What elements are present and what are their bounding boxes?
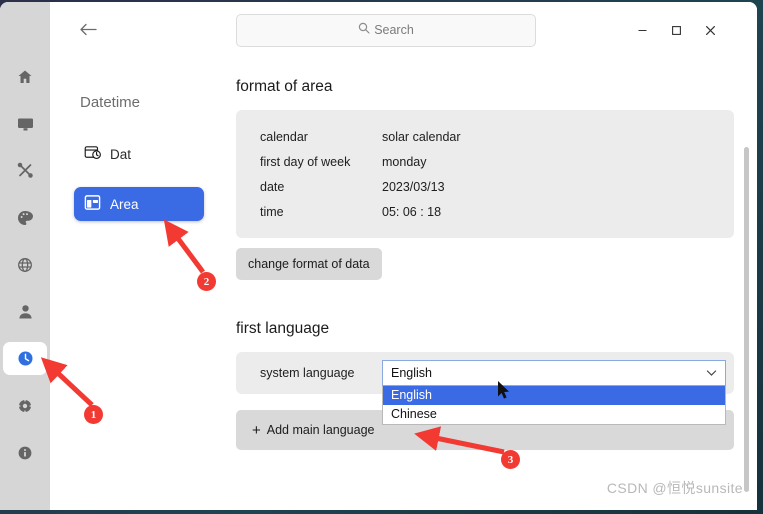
window-controls bbox=[625, 15, 727, 45]
calendar-clock-icon bbox=[84, 144, 101, 164]
plus-icon: + bbox=[252, 421, 261, 439]
layout-icon bbox=[84, 194, 101, 214]
sidebar-item-label: Area bbox=[110, 196, 139, 212]
vertical-scrollbar[interactable] bbox=[744, 147, 749, 492]
close-button[interactable] bbox=[693, 15, 727, 45]
palette-icon bbox=[17, 210, 33, 226]
top-bar: Search bbox=[236, 2, 727, 52]
change-format-button[interactable]: change format of data bbox=[236, 248, 382, 280]
row-value: solar calendar bbox=[382, 129, 461, 144]
crosshair-icon bbox=[17, 397, 33, 414]
rail-item-update[interactable] bbox=[3, 389, 47, 422]
chevron-down-icon bbox=[706, 366, 717, 380]
rail-item-display[interactable] bbox=[3, 107, 47, 140]
rail-item-tools[interactable] bbox=[3, 154, 47, 187]
row-value: 2023/03/13 bbox=[382, 179, 445, 194]
row-label: first day of week bbox=[260, 154, 351, 169]
page-title: Datetime bbox=[80, 94, 141, 111]
monitor-icon bbox=[17, 116, 34, 132]
language-select[interactable]: English bbox=[382, 360, 726, 386]
format-card: calendar solar calendar first day of wee… bbox=[236, 110, 734, 238]
search-icon bbox=[358, 21, 370, 39]
sidebar-item-label: Dat bbox=[110, 146, 132, 162]
icon-rail bbox=[0, 2, 50, 510]
maximize-button[interactable] bbox=[659, 15, 693, 45]
rail-item-network[interactable] bbox=[3, 248, 47, 281]
sidebar-item-area[interactable]: Area bbox=[74, 187, 204, 221]
option-english[interactable]: English bbox=[383, 386, 725, 405]
language-select-value: English bbox=[391, 366, 432, 380]
row-label: date bbox=[260, 179, 285, 194]
table-row: first day of week monday bbox=[236, 149, 734, 174]
language-section-title: first language bbox=[236, 320, 330, 337]
tools-icon bbox=[17, 162, 34, 179]
row-value: 05: 06 : 18 bbox=[382, 204, 442, 219]
settings-window: Datetime Dat Area Search format of area … bbox=[0, 2, 757, 510]
minimize-button[interactable] bbox=[625, 15, 659, 45]
table-row: time 05: 06 : 18 bbox=[236, 199, 734, 224]
row-label: calendar bbox=[260, 129, 308, 144]
arrow-left-icon bbox=[79, 22, 98, 42]
rail-item-datetime[interactable] bbox=[3, 342, 47, 375]
system-language-label: system language bbox=[260, 366, 355, 380]
nav-panel: Datetime Dat Area bbox=[50, 2, 230, 510]
watermark: CSDN @恒悦sunsite bbox=[606, 480, 743, 496]
rail-item-personalization[interactable] bbox=[3, 201, 47, 234]
search-placeholder: Search bbox=[374, 23, 414, 37]
home-icon bbox=[17, 69, 33, 85]
search-input[interactable]: Search bbox=[236, 13, 536, 47]
rail-item-account[interactable] bbox=[3, 295, 47, 328]
language-card: system language English English Chinese bbox=[236, 352, 734, 425]
globe-icon bbox=[17, 257, 33, 273]
option-chinese[interactable]: Chinese bbox=[383, 405, 725, 424]
content-pane: Search format of area calendar solar cal… bbox=[230, 2, 757, 510]
language-options-list: English Chinese bbox=[382, 386, 726, 425]
back-button[interactable] bbox=[74, 18, 102, 46]
add-main-language-label: Add main language bbox=[266, 423, 375, 437]
language-select-wrapper: English English Chinese bbox=[382, 360, 726, 425]
row-label: time bbox=[260, 204, 284, 219]
info-icon bbox=[17, 445, 33, 461]
table-row: date 2023/03/13 bbox=[236, 174, 734, 199]
clock-icon bbox=[17, 350, 34, 367]
user-icon bbox=[18, 304, 33, 320]
rail-item-about[interactable] bbox=[3, 436, 47, 469]
row-value: monday bbox=[382, 154, 427, 169]
table-row: calendar solar calendar bbox=[236, 124, 734, 149]
rail-item-home[interactable] bbox=[3, 60, 47, 93]
format-section-title: format of area bbox=[236, 78, 333, 95]
sidebar-item-dat[interactable]: Dat bbox=[74, 137, 216, 171]
